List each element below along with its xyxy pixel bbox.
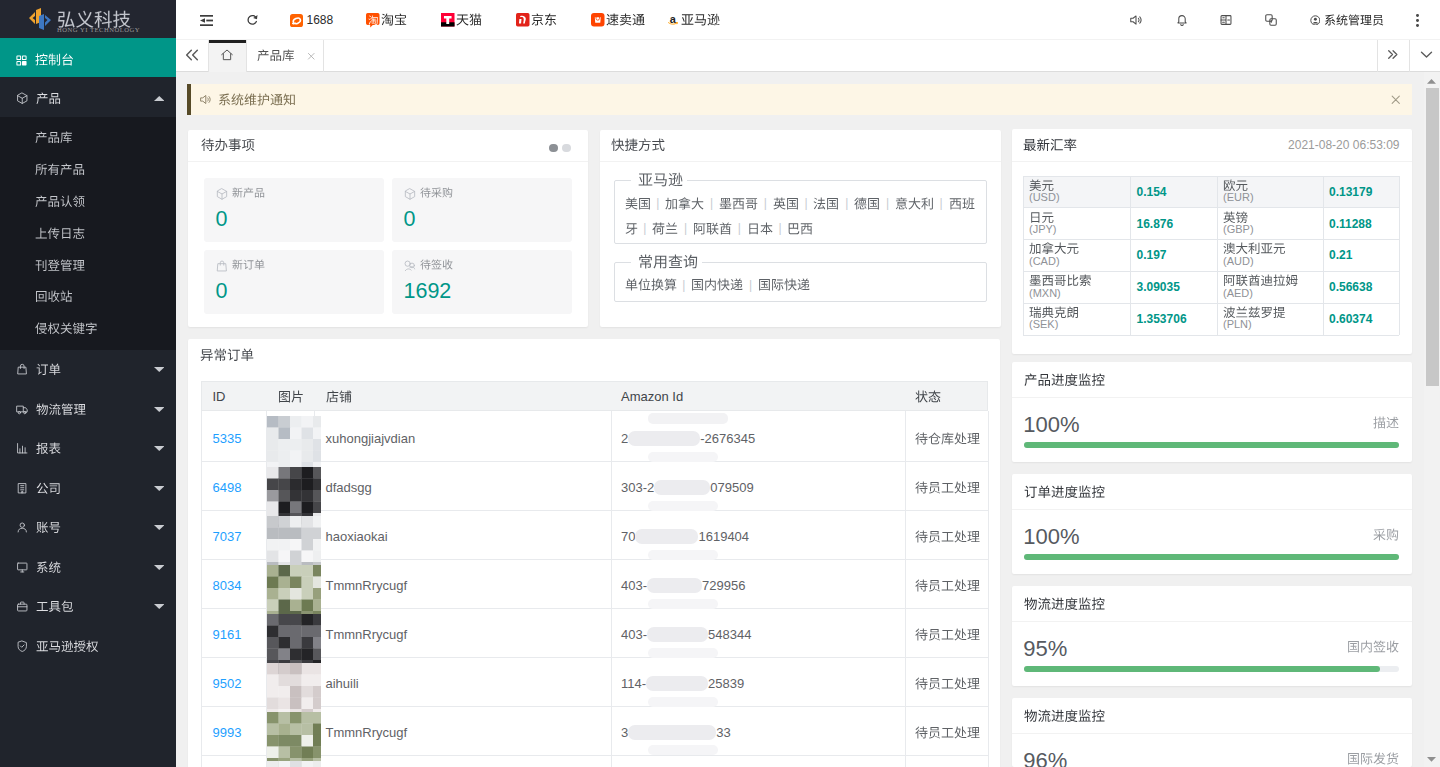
svg-text:a: a [670, 13, 677, 25]
